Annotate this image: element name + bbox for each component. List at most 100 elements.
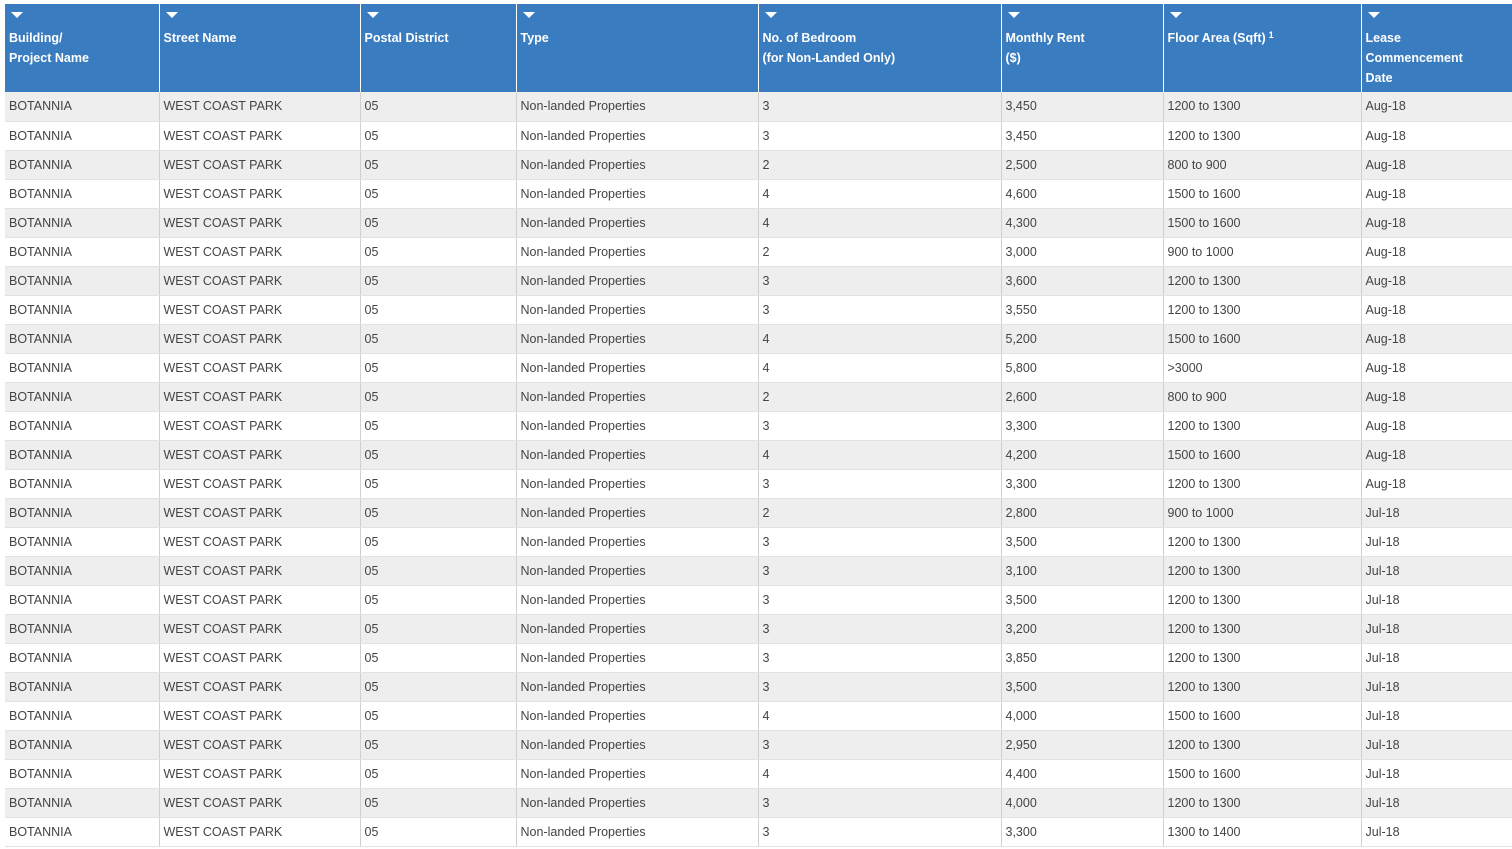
cell-monthly-rent: 4,600	[1001, 179, 1164, 209]
cell-monthly-rent: 3,200	[1001, 614, 1164, 644]
cell-postal-district: 05	[360, 150, 517, 180]
cell-monthly-rent: 2,800	[1001, 498, 1164, 528]
cell-type: Non-landed Properties	[516, 179, 759, 209]
cell-postal-district: 05	[360, 179, 517, 209]
filter-dropdown-icon[interactable]	[1007, 10, 1021, 24]
cell-floor-area: 1200 to 1300	[1163, 121, 1362, 151]
cell-floor-area: 1200 to 1300	[1163, 527, 1362, 557]
table-row: BOTANNIA WEST COAST PARK 05 Non-landed Prop…	[5, 353, 1512, 383]
cell-no-of-bedroom: 2	[758, 150, 1002, 180]
cell-building-project-name: BOTANNIA	[5, 643, 160, 673]
cell-building-project-name: BOTANNIA	[5, 179, 160, 209]
cell-postal-district: 05	[360, 324, 517, 354]
cell-lease-commencement-date: Aug-18	[1361, 440, 1512, 470]
cell-building-project-name: BOTANNIA	[5, 672, 160, 702]
table-row: BOTANNIA WEST COAST PARK 05 Non-landed Prop…	[5, 556, 1512, 586]
cell-postal-district: 05	[360, 730, 517, 760]
rental-table: Building/ Project Name Street Name Postal …	[5, 4, 1512, 847]
cell-monthly-rent: 3,500	[1001, 527, 1164, 557]
cell-street-name: WEST COAST PARK	[159, 295, 361, 325]
cell-building-project-name: BOTANNIA	[5, 237, 160, 267]
table-row: BOTANNIA WEST COAST PARK 05 Non-landed Prop…	[5, 817, 1512, 847]
cell-lease-commencement-date: Jul-18	[1361, 643, 1512, 673]
cell-street-name: WEST COAST PARK	[159, 353, 361, 383]
column-header-monthly-rent[interactable]: Monthly Rent ($)	[1001, 4, 1164, 92]
cell-monthly-rent: 3,850	[1001, 643, 1164, 673]
filter-dropdown-icon[interactable]	[764, 10, 778, 24]
cell-floor-area: 1200 to 1300	[1163, 266, 1362, 296]
cell-lease-commencement-date: Aug-18	[1361, 237, 1512, 267]
cell-monthly-rent: 3,550	[1001, 295, 1164, 325]
cell-monthly-rent: 4,200	[1001, 440, 1164, 470]
filter-dropdown-icon[interactable]	[366, 10, 380, 24]
cell-type: Non-landed Properties	[516, 411, 759, 441]
cell-postal-district: 05	[360, 92, 517, 122]
cell-floor-area: 1500 to 1600	[1163, 759, 1362, 789]
cell-no-of-bedroom: 3	[758, 788, 1002, 818]
cell-no-of-bedroom: 3	[758, 672, 1002, 702]
rental-table-container: Building/ Project Name Street Name Postal …	[5, 4, 1512, 847]
cell-no-of-bedroom: 3	[758, 92, 1002, 122]
column-header-type[interactable]: Type	[516, 4, 759, 92]
filter-dropdown-icon[interactable]	[1367, 10, 1381, 24]
cell-building-project-name: BOTANNIA	[5, 382, 160, 412]
cell-monthly-rent: 3,300	[1001, 469, 1164, 499]
cell-street-name: WEST COAST PARK	[159, 614, 361, 644]
cell-street-name: WEST COAST PARK	[159, 411, 361, 441]
column-header-label: Type	[521, 28, 754, 48]
cell-postal-district: 05	[360, 643, 517, 673]
table-row: BOTANNIA WEST COAST PARK 05 Non-landed Prop…	[5, 730, 1512, 760]
cell-type: Non-landed Properties	[516, 817, 759, 847]
cell-street-name: WEST COAST PARK	[159, 150, 361, 180]
cell-type: Non-landed Properties	[516, 672, 759, 702]
filter-dropdown-icon[interactable]	[1169, 10, 1183, 24]
cell-postal-district: 05	[360, 266, 517, 296]
cell-lease-commencement-date: Jul-18	[1361, 701, 1512, 731]
column-header-text: Lease Commencement Date	[1365, 31, 1463, 85]
cell-monthly-rent: 4,400	[1001, 759, 1164, 789]
cell-postal-district: 05	[360, 353, 517, 383]
column-header-building-project-name[interactable]: Building/ Project Name	[5, 4, 160, 92]
cell-postal-district: 05	[360, 295, 517, 325]
column-header-postal-district[interactable]: Postal District	[360, 4, 517, 92]
cell-monthly-rent: 3,500	[1001, 585, 1164, 615]
cell-postal-district: 05	[360, 237, 517, 267]
column-header-no-of-bedroom[interactable]: No. of Bedroom (for Non-Landed Only)	[758, 4, 1002, 92]
cell-no-of-bedroom: 4	[758, 324, 1002, 354]
filter-dropdown-icon[interactable]	[10, 10, 24, 24]
table-row: BOTANNIA WEST COAST PARK 05 Non-landed Prop…	[5, 92, 1512, 122]
cell-type: Non-landed Properties	[516, 324, 759, 354]
cell-lease-commencement-date: Jul-18	[1361, 672, 1512, 702]
cell-floor-area: 1500 to 1600	[1163, 208, 1362, 238]
cell-street-name: WEST COAST PARK	[159, 382, 361, 412]
filter-dropdown-icon[interactable]	[165, 10, 179, 24]
column-header-label: No. of Bedroom (for Non-Landed Only)	[763, 28, 997, 68]
cell-monthly-rent: 3,450	[1001, 92, 1164, 122]
cell-type: Non-landed Properties	[516, 498, 759, 528]
column-header-text: Building/ Project Name	[9, 31, 89, 65]
cell-floor-area: >3000	[1163, 353, 1362, 383]
filter-dropdown-icon[interactable]	[522, 10, 536, 24]
cell-street-name: WEST COAST PARK	[159, 237, 361, 267]
cell-type: Non-landed Properties	[516, 788, 759, 818]
cell-lease-commencement-date: Jul-18	[1361, 730, 1512, 760]
cell-street-name: WEST COAST PARK	[159, 527, 361, 557]
table-row: BOTANNIA WEST COAST PARK 05 Non-landed Prop…	[5, 324, 1512, 354]
cell-monthly-rent: 4,000	[1001, 701, 1164, 731]
cell-type: Non-landed Properties	[516, 701, 759, 731]
cell-building-project-name: BOTANNIA	[5, 759, 160, 789]
cell-no-of-bedroom: 4	[758, 440, 1002, 470]
cell-no-of-bedroom: 3	[758, 556, 1002, 586]
cell-postal-district: 05	[360, 498, 517, 528]
cell-floor-area: 1200 to 1300	[1163, 672, 1362, 702]
column-header-floor-area[interactable]: Floor Area (Sqft) 1	[1163, 4, 1362, 92]
cell-postal-district: 05	[360, 817, 517, 847]
cell-no-of-bedroom: 3	[758, 643, 1002, 673]
cell-lease-commencement-date: Jul-18	[1361, 527, 1512, 557]
table-row: BOTANNIA WEST COAST PARK 05 Non-landed Prop…	[5, 643, 1512, 673]
cell-floor-area: 1300 to 1400	[1163, 817, 1362, 847]
cell-monthly-rent: 3,500	[1001, 672, 1164, 702]
column-header-street-name[interactable]: Street Name	[159, 4, 361, 92]
cell-floor-area: 900 to 1000	[1163, 498, 1362, 528]
column-header-lease-commencement-date[interactable]: Lease Commencement Date	[1361, 4, 1512, 92]
